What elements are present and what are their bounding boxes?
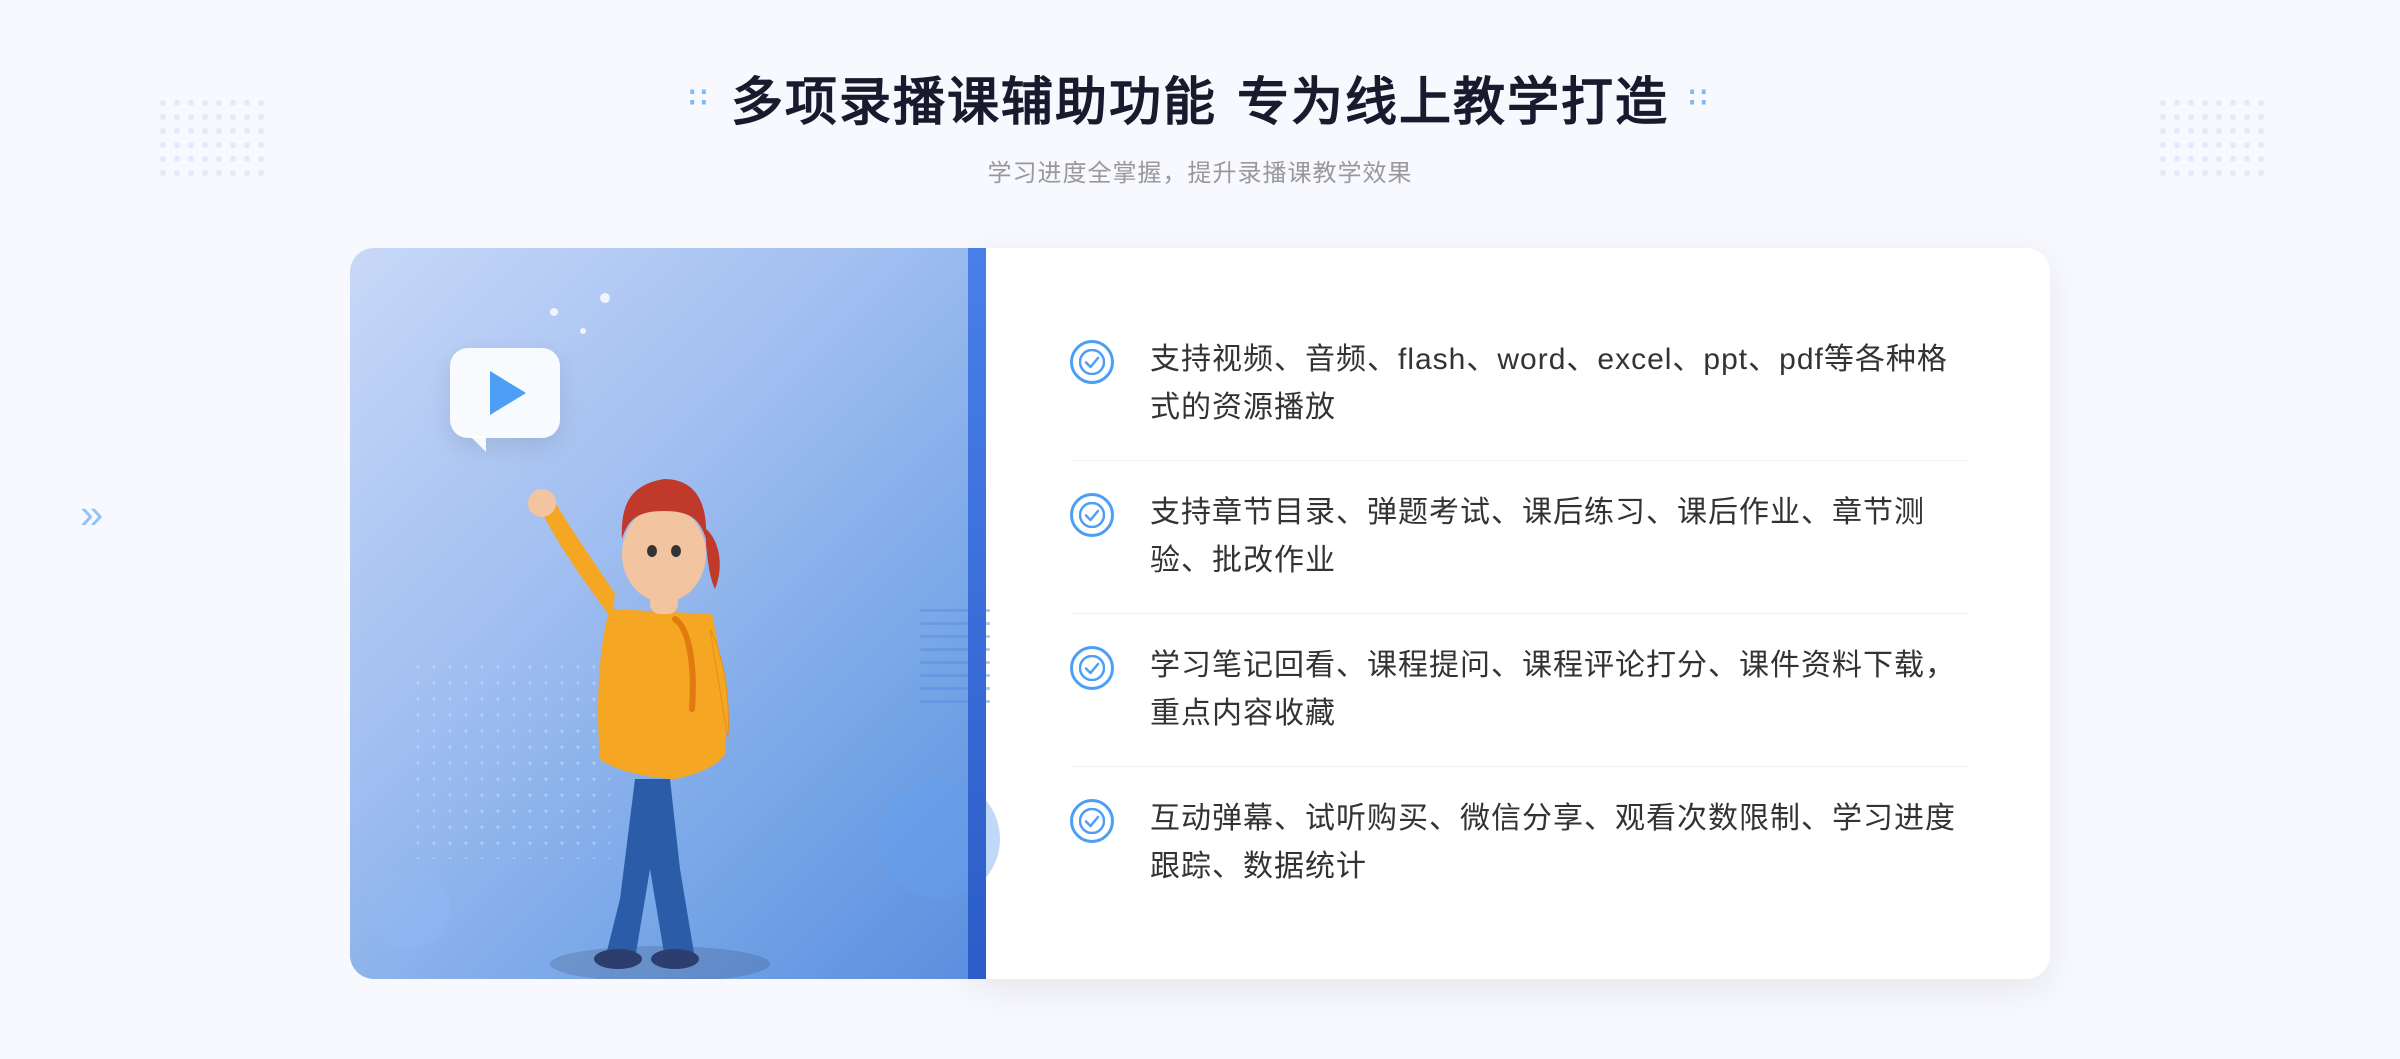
check-circle-3: [1070, 646, 1114, 690]
chevrons-left-decoration: »: [80, 490, 95, 538]
decorative-dots-top-left: [160, 100, 240, 180]
feature-item-2: 支持章节目录、弹题考试、课后练习、课后作业、章节测验、批改作业: [1070, 461, 1970, 614]
page-container: » ∷ 多项录播课辅助功能 专为线上教学打造 ∷ 学习进度全掌握，提升录播课教学…: [0, 0, 2400, 1059]
title-text-right: 专为线上教学打造: [1237, 60, 1669, 135]
content-panel: 支持视频、音频、flash、word、excel、ppt、pdf等各种格式的资源…: [970, 248, 2050, 979]
blue-accent-bar: [968, 248, 986, 979]
title-dots-right: ∷: [1689, 81, 1711, 114]
feature-text-4: 互动弹幕、试听购买、微信分享、观看次数限制、学习进度跟踪、数据统计: [1150, 795, 1970, 891]
main-title: ∷ 多项录播课辅助功能 专为线上教学打造 ∷: [689, 60, 1711, 135]
feature-item-3: 学习笔记回看、课程提问、课程评论打分、课件资料下载，重点内容收藏: [1070, 614, 1970, 767]
check-icon-3: [1070, 646, 1114, 690]
title-dots-left: ∷: [689, 81, 711, 114]
decorative-dots-top-right: [2160, 100, 2240, 180]
content-area: 支持视频、音频、flash、word、excel、ppt、pdf等各种格式的资源…: [350, 248, 2050, 979]
check-icon-2: [1070, 493, 1114, 537]
check-icon-4: [1070, 799, 1114, 843]
circle-decoration-2: [370, 869, 450, 949]
feature-text-3: 学习笔记回看、课程提问、课程评论打分、课件资料下载，重点内容收藏: [1150, 642, 1970, 738]
title-text-left: 多项录播课辅助功能: [731, 60, 1217, 135]
check-circle-2: [1070, 493, 1114, 537]
feature-text-1: 支持视频、音频、flash、word、excel、ppt、pdf等各种格式的资源…: [1150, 336, 1970, 432]
feature-item-4: 互动弹幕、试听购买、微信分享、观看次数限制、学习进度跟踪、数据统计: [1070, 767, 1970, 919]
header-section: ∷ 多项录播课辅助功能 专为线上教学打造 ∷ 学习进度全掌握，提升录播课教学效果: [689, 60, 1711, 188]
subtitle: 学习进度全掌握，提升录播课教学效果: [689, 153, 1711, 188]
check-circle-1: [1070, 340, 1114, 384]
check-icon-1: [1070, 340, 1114, 384]
human-figure-illustration: [490, 379, 830, 979]
feature-text-2: 支持章节目录、弹题考试、课后练习、课后作业、章节测验、批改作业: [1150, 489, 1970, 585]
check-circle-4: [1070, 799, 1114, 843]
feature-item-1: 支持视频、音频、flash、word、excel、ppt、pdf等各种格式的资源…: [1070, 308, 1970, 461]
illustration-panel: [350, 248, 970, 979]
